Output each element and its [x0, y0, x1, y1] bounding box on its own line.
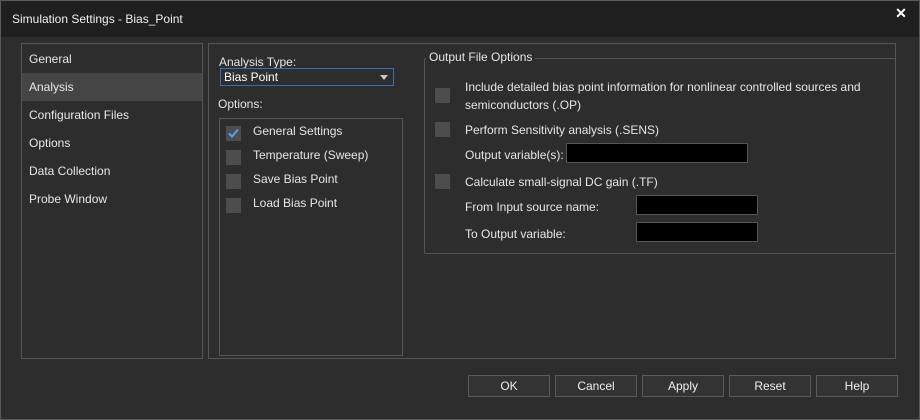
temperature-sweep-checkbox[interactable] [226, 150, 241, 165]
dialog-window: Simulation Settings - Bias_Point ✕ Gener… [0, 0, 920, 420]
sensitivity-analysis-label: Perform Sensitivity analysis (.SENS) [465, 123, 660, 137]
analysis-type-dropdown[interactable]: Bias Point [220, 68, 394, 86]
output-variables-input[interactable] [566, 143, 748, 163]
detailed-bias-point-checkbox[interactable] [435, 88, 450, 103]
sensitivity-analysis-checkbox[interactable] [435, 122, 450, 137]
save-bias-point-checkbox[interactable] [226, 174, 241, 189]
output-file-options-title: Output File Options [426, 50, 536, 64]
temperature-sweep-label: Temperature (Sweep) [253, 148, 369, 162]
sidebar-item-probe-window[interactable]: Probe Window [22, 185, 202, 213]
checkmark-icon [228, 128, 239, 138]
to-output-variable-input[interactable] [636, 222, 758, 242]
chevron-down-icon [380, 75, 388, 80]
sidebar-item-general[interactable]: General [22, 45, 202, 73]
detailed-bias-point-label-line2: semiconductors (.OP) [465, 98, 582, 112]
dc-gain-checkbox[interactable] [435, 174, 450, 189]
dc-gain-label: Calculate small-signal DC gain (.TF) [465, 175, 658, 189]
options-list: General Settings Temperature (Sweep) Sav… [219, 118, 403, 356]
detailed-bias-point-label-line1: Include detailed bias point information … [465, 80, 861, 94]
from-input-source-input[interactable] [636, 195, 758, 215]
load-bias-point-label: Load Bias Point [253, 196, 338, 210]
output-variables-label: Output variable(s): [465, 148, 564, 162]
sidebar-item-data-collection[interactable]: Data Collection [22, 157, 202, 185]
analysis-type-label: Analysis Type: [219, 55, 297, 69]
apply-button[interactable]: Apply [642, 375, 724, 397]
sidebar-item-configuration-files[interactable]: Configuration Files [22, 101, 202, 129]
ok-button[interactable]: OK [468, 375, 550, 397]
from-input-source-label: From Input source name: [465, 200, 600, 214]
load-bias-point-checkbox[interactable] [226, 198, 241, 213]
to-output-variable-label: To Output variable: [465, 227, 566, 241]
help-button[interactable]: Help [816, 375, 898, 397]
options-label: Options: [218, 97, 263, 111]
analysis-panel: Analysis Type: Bias Point Options: Gener… [208, 43, 896, 359]
analysis-type-value: Bias Point [224, 70, 279, 84]
close-icon[interactable]: ✕ [891, 3, 911, 23]
save-bias-point-label: Save Bias Point [253, 172, 338, 186]
sidebar-item-options[interactable]: Options [22, 129, 202, 157]
title-bar: Simulation Settings - Bias_Point ✕ [1, 1, 919, 37]
reset-button[interactable]: Reset [729, 375, 811, 397]
window-title: Simulation Settings - Bias_Point [12, 12, 183, 26]
general-settings-checkbox[interactable] [226, 126, 241, 141]
general-settings-label: General Settings [253, 124, 343, 138]
settings-sidebar: General Analysis Configuration Files Opt… [21, 43, 203, 359]
sidebar-item-analysis[interactable]: Analysis [22, 73, 202, 101]
cancel-button[interactable]: Cancel [555, 375, 637, 397]
